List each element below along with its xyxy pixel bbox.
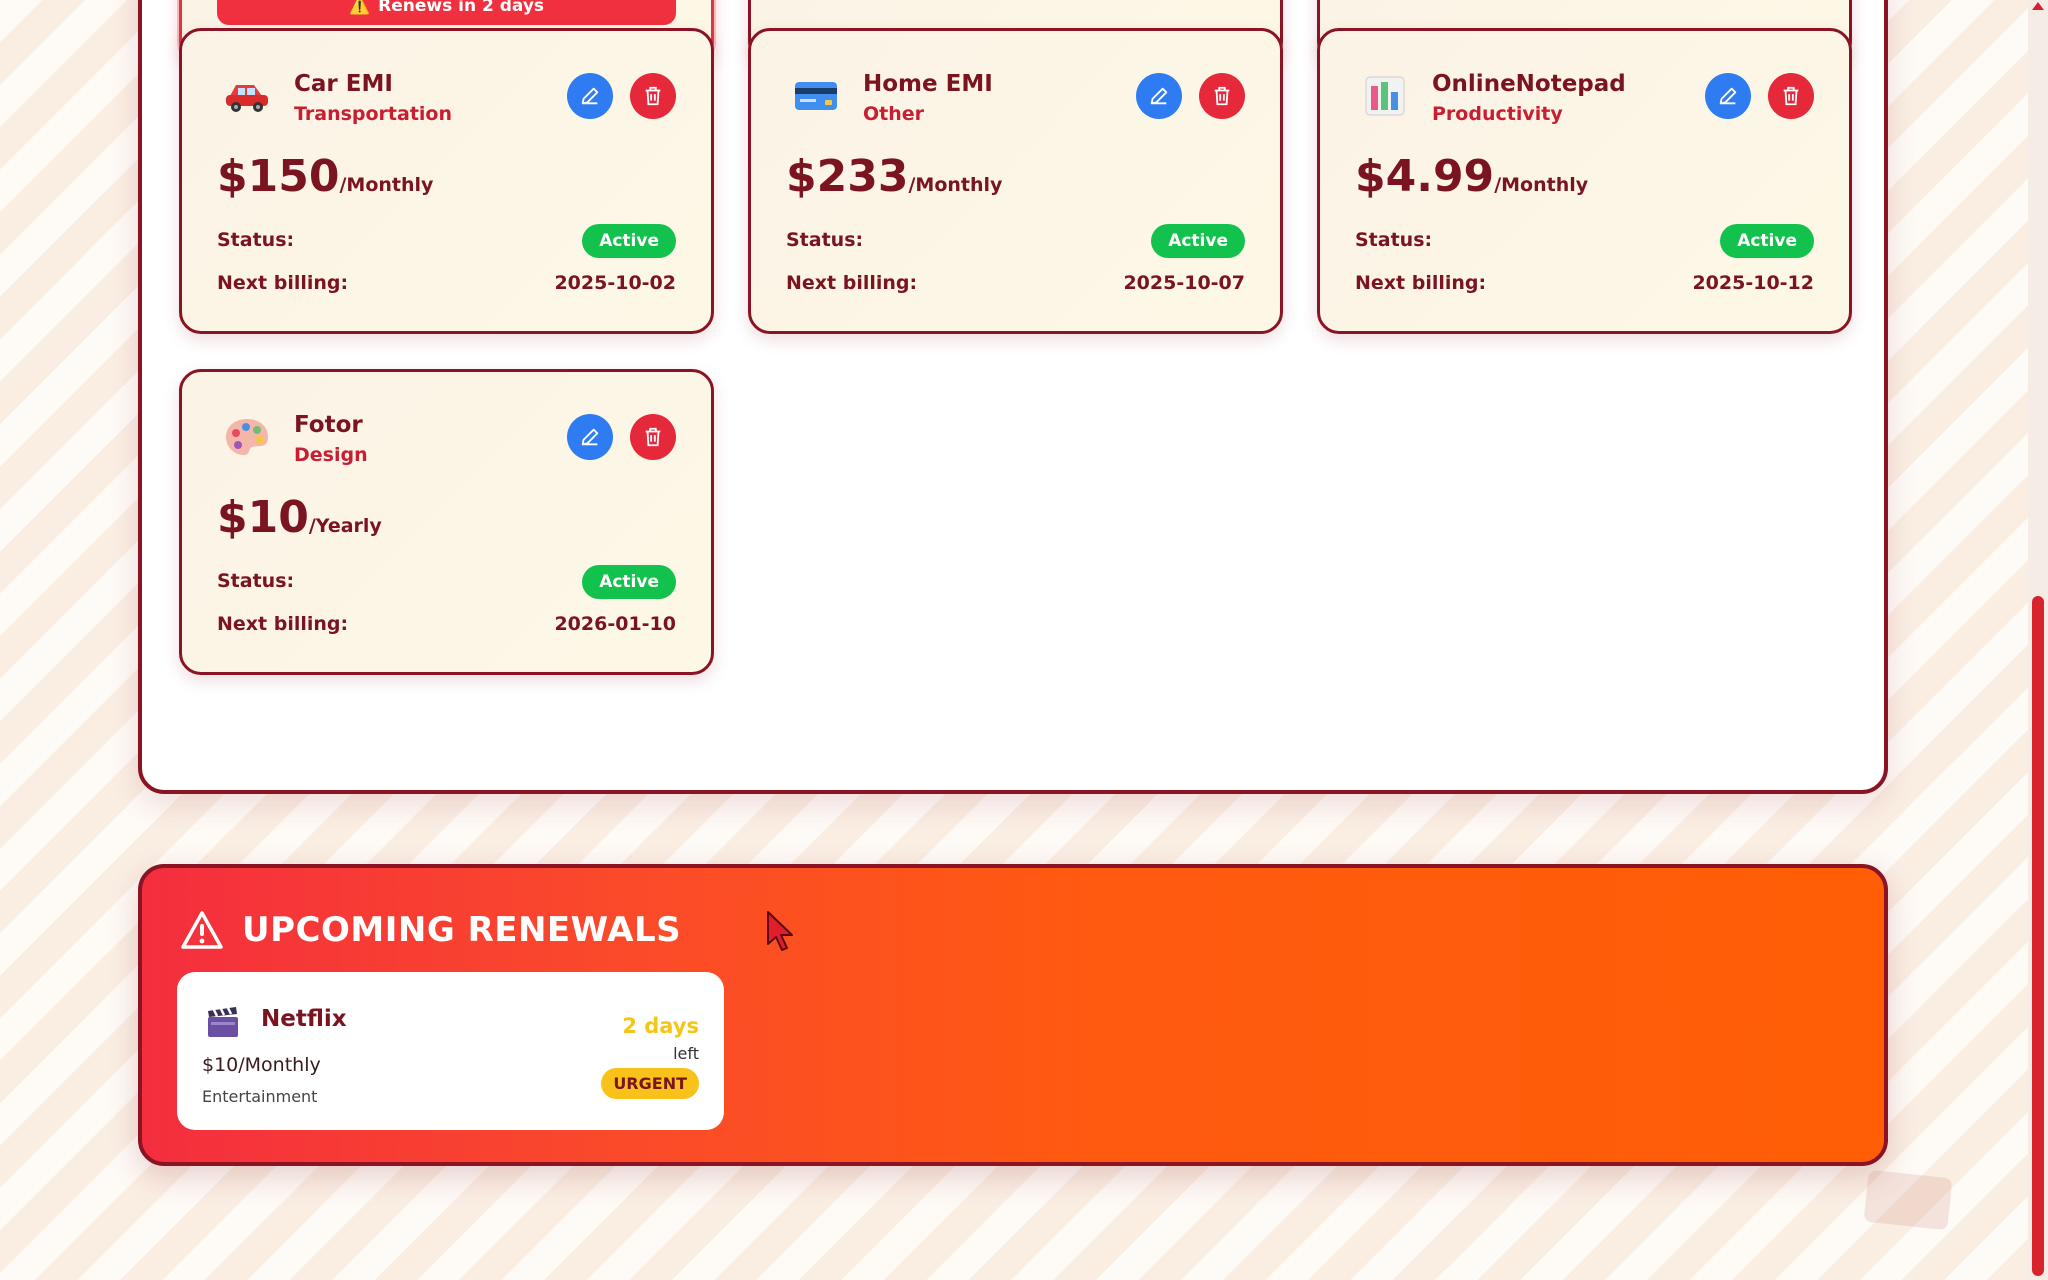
pencil-icon (581, 428, 599, 446)
subscription-name: Fotor (294, 412, 363, 438)
delete-button[interactable] (1768, 73, 1814, 119)
renewal-warning-text: Renews in 2 days (378, 0, 545, 16)
car-icon (222, 71, 272, 121)
palette-icon (222, 412, 272, 462)
delete-button[interactable] (1199, 73, 1245, 119)
trash-icon (1783, 86, 1799, 106)
subscription-category: Productivity (1432, 103, 1563, 125)
status-badge: Active (582, 565, 676, 599)
subscription-category: Other (863, 103, 925, 125)
next-billing-label: Next billing: (217, 613, 349, 635)
subscription-price: $4.99/Monthly (1355, 151, 1589, 202)
edit-button[interactable] (567, 73, 613, 119)
clapper-icon (205, 1004, 241, 1040)
warning-triangle-icon (180, 910, 224, 954)
bar-chart-icon (1360, 71, 1410, 121)
status-badge: Active (582, 224, 676, 258)
subscription-category: Transportation (294, 103, 453, 125)
next-billing-label: Next billing: (786, 272, 918, 294)
renewal-name: Netflix (261, 1006, 347, 1032)
next-billing-label: Next billing: (1355, 272, 1487, 294)
subscription-price: $233/Monthly (786, 151, 1003, 202)
trash-icon (645, 427, 661, 447)
subscriptions-panel: ⚠️ Renews in 2 days Car EMI Transportati… (138, 0, 1888, 794)
mouse-cursor-icon (765, 910, 797, 958)
next-billing-date: 2026-01-10 (554, 613, 676, 635)
urgent-badge: URGENT (601, 1068, 699, 1099)
delete-button[interactable] (630, 414, 676, 460)
upcoming-renewals-section: UPCOMING RENEWALS Netflix $10/Monthly En… (138, 864, 1888, 1166)
subscription-category: Design (294, 444, 368, 466)
status-label: Status: (217, 570, 295, 592)
renewal-warning-bar: ⚠️ Renews in 2 days (217, 0, 676, 25)
renewal-days-left: 2 days (622, 1014, 699, 1038)
subscription-name: Car EMI (294, 71, 393, 97)
next-billing-date: 2025-10-02 (554, 272, 676, 294)
subscription-card: Home EMI Other $233/Monthly Status: Acti… (748, 28, 1283, 334)
subscription-card: Fotor Design $10/Yearly Status: Active N… (179, 369, 714, 675)
scrollbar-thumb[interactable] (2032, 596, 2044, 1276)
next-billing-date: 2025-10-12 (1692, 272, 1814, 294)
status-label: Status: (217, 229, 295, 251)
next-billing-label: Next billing: (217, 272, 349, 294)
pencil-icon (1719, 87, 1737, 105)
trash-icon (1214, 86, 1230, 106)
renewal-days-suffix: left (673, 1044, 699, 1063)
status-label: Status: (786, 229, 864, 251)
subscription-name: Home EMI (863, 71, 993, 97)
subscription-name: OnlineNotepad (1432, 71, 1626, 97)
pencil-icon (1150, 87, 1168, 105)
credit-card-icon (791, 71, 841, 121)
status-badge: Active (1151, 224, 1245, 258)
renewal-category: Entertainment (202, 1087, 318, 1106)
warning-icon: ⚠️ (348, 0, 371, 16)
subscription-card: OnlineNotepad Productivity $4.99/Monthly… (1317, 28, 1852, 334)
status-label: Status: (1355, 229, 1433, 251)
trash-icon (645, 86, 661, 106)
subscription-price: $10/Yearly (217, 492, 382, 543)
scroll-up-arrow-icon[interactable] (2032, 2, 2044, 10)
edit-button[interactable] (1705, 73, 1751, 119)
status-badge: Active (1720, 224, 1814, 258)
subscription-card: Car EMI Transportation $150/Monthly Stat… (179, 28, 714, 334)
pencil-icon (581, 87, 599, 105)
upcoming-renewals-title: UPCOMING RENEWALS (242, 910, 682, 950)
edit-button[interactable] (567, 414, 613, 460)
edit-button[interactable] (1136, 73, 1182, 119)
scrollbar[interactable] (2028, 0, 2048, 1280)
delete-button[interactable] (630, 73, 676, 119)
credit-card-watermark-icon (1862, 1166, 1954, 1236)
renewal-price: $10/Monthly (202, 1054, 321, 1076)
renewal-card[interactable]: Netflix $10/Monthly Entertainment 2 days… (177, 972, 724, 1130)
next-billing-date: 2025-10-07 (1123, 272, 1245, 294)
subscription-price: $150/Monthly (217, 151, 434, 202)
